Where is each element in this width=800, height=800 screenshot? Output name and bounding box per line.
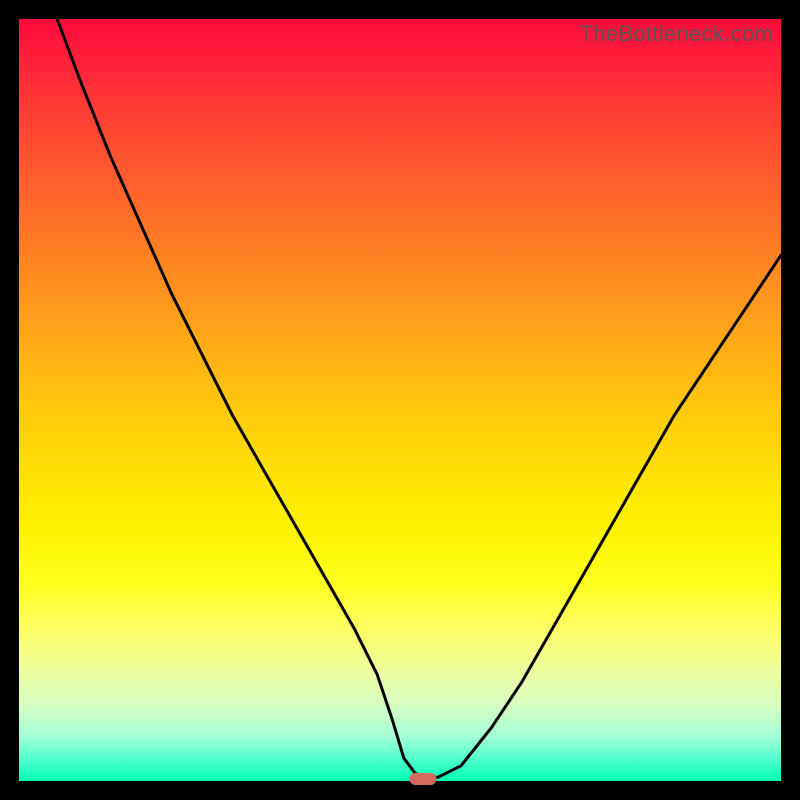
plot-area: TheBottleneck.com	[19, 19, 781, 781]
watermark-text: TheBottleneck.com	[580, 21, 773, 47]
optimal-point-marker	[409, 773, 436, 785]
bottleneck-curve	[19, 19, 781, 781]
